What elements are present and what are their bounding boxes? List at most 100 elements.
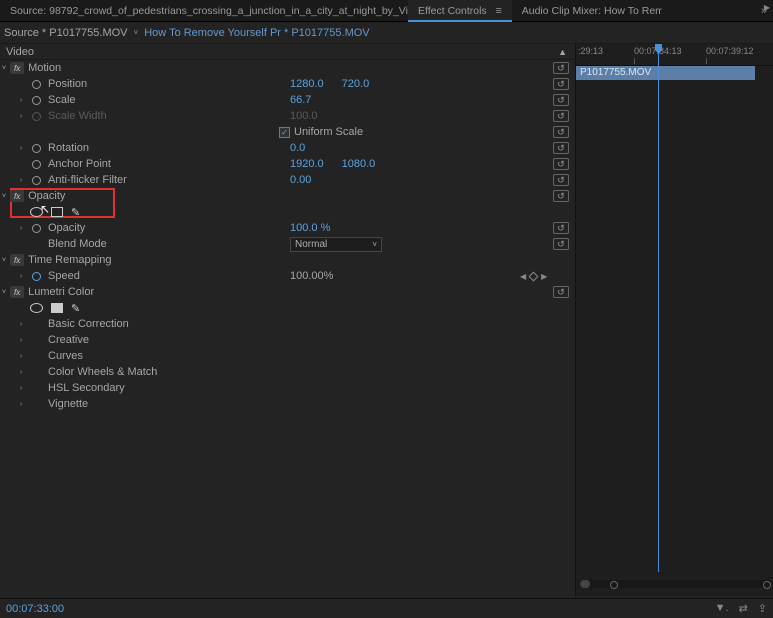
tab-effect-controls[interactable]: Effect Controls ≡ bbox=[408, 0, 512, 22]
export-icon[interactable]: ⇪ bbox=[758, 602, 767, 615]
reset-button[interactable]: ↺ bbox=[553, 174, 569, 186]
zoom-handle-right[interactable] bbox=[763, 581, 771, 589]
add-keyframe-icon[interactable] bbox=[529, 271, 539, 281]
fx-badge-icon[interactable]: fx bbox=[10, 254, 24, 266]
twirl-down-icon[interactable]: ˅ bbox=[0, 257, 10, 264]
twirl-right-icon[interactable]: › bbox=[20, 385, 30, 392]
stopwatch-icon[interactable] bbox=[30, 222, 42, 234]
reset-icon: ↺ bbox=[557, 95, 565, 106]
chevron-down-icon[interactable]: ˅ bbox=[128, 28, 145, 37]
twirl-right-icon[interactable]: › bbox=[20, 97, 30, 104]
twirl-right-icon[interactable]: › bbox=[20, 401, 30, 408]
rectangle-mask-icon[interactable] bbox=[51, 207, 63, 217]
scale-value[interactable]: 66.7 bbox=[290, 94, 311, 106]
property-anchor-point: Anchor Point 1920.01080.0 ↺ bbox=[0, 156, 575, 172]
reset-button[interactable]: ↺ bbox=[553, 158, 569, 170]
twirl-right-icon[interactable]: › bbox=[20, 145, 30, 152]
panel-menu-icon[interactable]: ≡ bbox=[496, 5, 502, 17]
twirl-down-icon[interactable]: ˅ bbox=[0, 289, 10, 296]
reset-button[interactable]: ↺ bbox=[553, 110, 569, 122]
effect-time-remapping[interactable]: ˅ fx Time Remapping bbox=[0, 252, 575, 268]
reset-button[interactable]: ↺ bbox=[553, 286, 569, 298]
blend-mode-dropdown[interactable]: Normal ˅ bbox=[290, 237, 382, 252]
reset-button[interactable]: ↺ bbox=[553, 190, 569, 202]
lumetri-curves[interactable]: › Curves bbox=[0, 348, 575, 364]
breadcrumb-source[interactable]: Source * P1017755.MOV bbox=[4, 27, 128, 39]
breadcrumb-clip[interactable]: How To Remove Yourself Pr * P1017755.MOV bbox=[144, 27, 369, 39]
effect-motion[interactable]: ˅ fx Motion ↺ bbox=[0, 60, 575, 76]
stopwatch-icon[interactable] bbox=[30, 94, 42, 106]
stopwatch-icon[interactable] bbox=[30, 270, 42, 282]
playhead-line[interactable] bbox=[658, 44, 659, 572]
lumetri-vignette[interactable]: › Vignette bbox=[0, 396, 575, 412]
reset-button[interactable]: ↺ bbox=[553, 94, 569, 106]
twirl-right-icon[interactable]: › bbox=[20, 177, 30, 184]
flicker-label: Anti-flicker Filter bbox=[48, 174, 127, 186]
lumetri-color-wheels[interactable]: › Color Wheels & Match bbox=[0, 364, 575, 380]
effect-opacity[interactable]: ˅ fx Opacity ↺ bbox=[0, 188, 575, 204]
zoom-handle-left[interactable] bbox=[610, 581, 618, 589]
twirl-right-icon[interactable]: › bbox=[20, 353, 30, 360]
speed-value[interactable]: 100.00% bbox=[290, 270, 333, 282]
breadcrumb: Source * P1017755.MOV ˅ How To Remove Yo… bbox=[0, 22, 773, 44]
twirl-right-icon[interactable]: › bbox=[20, 321, 30, 328]
fx-badge-icon[interactable]: fx bbox=[10, 190, 24, 202]
ellipse-mask-icon[interactable] bbox=[30, 303, 43, 313]
pen-mask-icon[interactable]: ✎ bbox=[71, 206, 80, 219]
scale-width-label: Scale Width bbox=[48, 110, 107, 122]
fx-badge-icon[interactable]: fx bbox=[10, 62, 24, 74]
reset-button[interactable]: ↺ bbox=[553, 62, 569, 74]
stopwatch-icon[interactable] bbox=[30, 78, 42, 90]
time-ruler[interactable]: :29:13 00:07:34:13 00:07:39:12 bbox=[576, 44, 773, 66]
rotation-value[interactable]: 0.0 bbox=[290, 142, 305, 154]
tab-source[interactable]: Source: 98792_crowd_of_pedestrians_cross… bbox=[0, 0, 408, 22]
filter-icon[interactable]: ▼. bbox=[715, 602, 729, 615]
reset-button[interactable]: ↺ bbox=[553, 238, 569, 250]
stopwatch-icon[interactable] bbox=[30, 174, 42, 186]
scrollbar-thumb[interactable] bbox=[580, 580, 590, 588]
twirl-down-icon[interactable]: ˅ bbox=[0, 65, 10, 72]
opacity-value[interactable]: 100.0 % bbox=[290, 222, 330, 234]
toggle-icon[interactable]: ⇄ bbox=[739, 602, 748, 615]
effect-lumetri[interactable]: ˅ fx Lumetri Color ↺ bbox=[0, 284, 575, 300]
twirl-right-icon[interactable]: › bbox=[20, 113, 30, 120]
tab-audio-mixer[interactable]: Audio Clip Mixer: How To Remove Yourself… bbox=[512, 0, 662, 22]
pen-mask-icon[interactable]: ✎ bbox=[71, 302, 80, 315]
reset-button[interactable]: ↺ bbox=[553, 222, 569, 234]
twirl-right-icon[interactable]: › bbox=[20, 225, 30, 232]
play-icon[interactable]: ▶ bbox=[764, 3, 770, 12]
twirl-right-icon[interactable]: › bbox=[20, 369, 30, 376]
reset-icon: ↺ bbox=[557, 111, 565, 122]
timeline-scrollbar[interactable] bbox=[578, 580, 771, 588]
next-keyframe-icon[interactable]: ▶ bbox=[541, 272, 547, 281]
twirl-right-icon[interactable]: › bbox=[20, 273, 30, 280]
stopwatch-icon[interactable] bbox=[30, 142, 42, 154]
lumetri-creative[interactable]: › Creative bbox=[0, 332, 575, 348]
reset-button[interactable]: ↺ bbox=[553, 142, 569, 154]
reset-button[interactable]: ↺ bbox=[553, 78, 569, 90]
clip-bar[interactable]: P1017755.MOV bbox=[576, 66, 755, 80]
speed-label: Speed bbox=[48, 270, 80, 282]
current-timecode[interactable]: 00:07:33:00 bbox=[6, 603, 64, 615]
stopwatch-icon[interactable] bbox=[30, 158, 42, 170]
lumetri-hsl[interactable]: › HSL Secondary bbox=[0, 380, 575, 396]
collapse-icon[interactable]: ▲ bbox=[558, 47, 567, 57]
footer-bar: 00:07:33:00 ▼. ⇄ ⇪ bbox=[0, 598, 773, 618]
reset-icon: ↺ bbox=[557, 223, 565, 234]
fx-badge-icon[interactable]: fx bbox=[10, 286, 24, 298]
uniform-scale-checkbox[interactable]: ✓ bbox=[279, 127, 290, 138]
tick-mark-icon bbox=[634, 58, 635, 64]
prev-keyframe-icon[interactable]: ◀ bbox=[520, 272, 526, 281]
twirl-right-icon[interactable]: › bbox=[20, 337, 30, 344]
lumetri-basic-correction[interactable]: › Basic Correction bbox=[0, 316, 575, 332]
reset-icon: ↺ bbox=[557, 79, 565, 90]
flicker-value[interactable]: 0.00 bbox=[290, 174, 311, 186]
scale-label: Scale bbox=[48, 94, 76, 106]
position-x[interactable]: 1280.0720.0 bbox=[290, 78, 369, 90]
video-header[interactable]: Video ▲ bbox=[0, 44, 575, 60]
reset-button[interactable]: ↺ bbox=[553, 126, 569, 138]
anchor-value[interactable]: 1920.01080.0 bbox=[290, 158, 375, 170]
twirl-down-icon[interactable]: ˅ bbox=[0, 193, 10, 200]
property-uniform-scale: ✓ Uniform Scale ↺ bbox=[0, 124, 575, 140]
rectangle-mask-icon[interactable] bbox=[51, 303, 63, 313]
